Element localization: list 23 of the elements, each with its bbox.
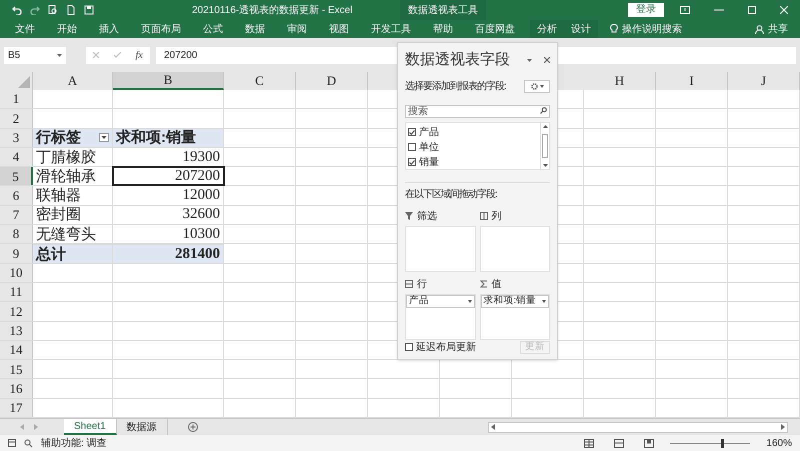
table-cell: 密封圈 (33, 206, 113, 224)
pane-subtitle: 选择要添加到报表的字段: (405, 80, 506, 94)
table-cell: 281400 (113, 244, 224, 263)
area-label: 行 (417, 278, 427, 292)
table-cell: 12000 (113, 186, 224, 205)
pane-title: 数据透视表字段 (405, 50, 510, 70)
table-cell: 总计 (33, 244, 113, 263)
table-cell: 32600 (113, 206, 224, 224)
contextual-tab-group: 数据透视表工具 (400, 0, 486, 20)
table-cell: 丁腈橡胶 (33, 148, 113, 166)
pivot-header-cell: 行标签 (33, 128, 113, 147)
table-cell: 207200 (113, 167, 224, 186)
pivot-header-cell: 求和项:销量 (113, 128, 224, 147)
window-title: 20210116-透视表的数据更新 - Excel (192, 4, 352, 18)
table-cell: 10300 (113, 225, 224, 244)
table-cell: 19300 (113, 148, 224, 166)
area-label: 列 (492, 210, 502, 224)
table-cell: 滑轮轴承 (33, 167, 113, 186)
table-cell: 无缝弯头 (33, 225, 113, 244)
area-label: 筛选 (417, 210, 437, 224)
drag-hint: 在以下区域间拖动字段: (405, 188, 497, 200)
area-label: 值 (492, 278, 502, 292)
table-cell: 联轴器 (33, 186, 113, 205)
